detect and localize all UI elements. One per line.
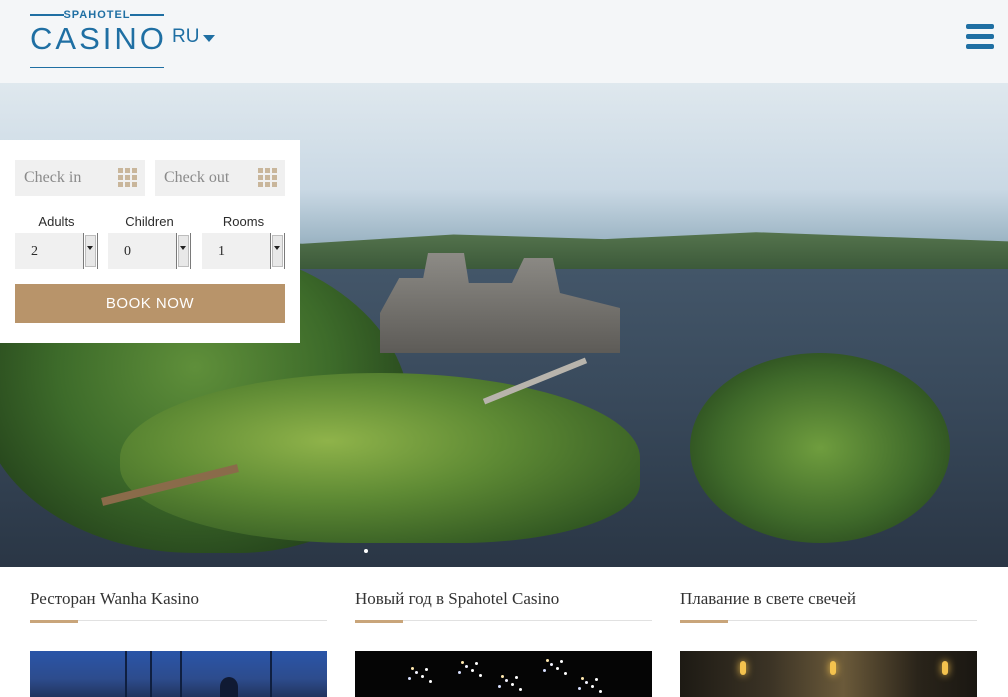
adults-dropdown-arrow[interactable] [83,233,98,269]
check-in-field[interactable]: Check in [15,160,145,196]
rooms-label: Rooms [222,214,265,229]
hero-island-bottom [120,373,640,543]
hamburger-menu-icon[interactable] [966,24,994,49]
casino-logo[interactable]: SPAHOTEL CASINO [30,9,167,68]
calendar-icon[interactable] [258,168,277,187]
rooms-value: 1 [218,244,225,259]
calendar-icon[interactable] [118,168,137,187]
language-switcher[interactable]: RU [172,26,216,48]
rooms-select[interactable]: 1 [202,233,285,269]
rooms-dropdown-arrow[interactable] [270,233,285,269]
check-out-field[interactable]: Check out [155,160,285,196]
logo-big-text: CASINO [30,21,167,56]
article-image[interactable] [30,651,327,697]
children-value: 0 [124,244,131,259]
article-card: Ресторан Wanha Kasino [30,567,327,697]
chevron-down-icon [203,34,216,42]
adults-value: 2 [31,244,38,259]
hero-island-right [690,353,950,543]
logo-small-text: SPAHOTEL [63,9,131,21]
caret-down-icon [87,246,93,250]
language-label: RU [172,26,200,47]
children-select[interactable]: 0 [108,233,191,269]
article-title[interactable]: Новый год в Spahotel Casino [355,589,559,609]
booking-panel: Check in Check out Adults Children Rooms… [0,140,300,343]
caret-down-icon [180,246,186,250]
children-dropdown-arrow[interactable] [176,233,191,269]
article-accent-bar [680,620,728,623]
article-title[interactable]: Ресторан Wanha Kasino [30,589,199,609]
adults-label: Adults [38,214,75,229]
book-now-button[interactable]: BOOK NOW [15,284,285,323]
children-label: Children [125,214,174,229]
article-accent-bar [30,620,78,623]
article-accent-bar [355,620,403,623]
slider-dot[interactable] [364,549,368,553]
check-in-placeholder: Check in [24,169,82,186]
article-card: Плавание в свете свечей [680,567,977,697]
caret-down-icon [274,246,280,250]
article-title[interactable]: Плавание в свете свечей [680,589,856,609]
check-out-placeholder: Check out [164,169,230,186]
article-image[interactable] [355,651,652,697]
article-card: Новый год в Spahotel Casino [355,567,652,697]
site-header: SPAHOTEL CASINO RU [0,0,1008,83]
logo-bottom-rule [30,66,164,68]
adults-select[interactable]: 2 [15,233,98,269]
article-image[interactable] [680,651,977,697]
